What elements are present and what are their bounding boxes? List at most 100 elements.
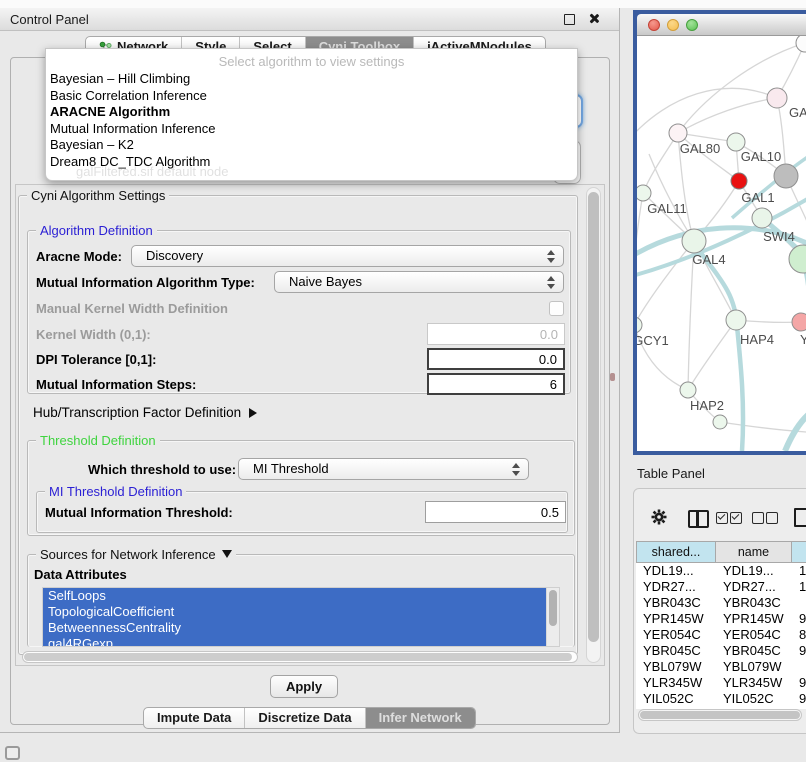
table-row[interactable]: YBL079WYBL079W — [636, 659, 806, 675]
label-gal4: GAL4 — [692, 252, 725, 267]
node-swi4[interactable] — [752, 208, 772, 228]
popup-item[interactable]: Bayesian – Hill Climbing — [46, 71, 577, 88]
split-columns-icon[interactable] — [688, 510, 709, 528]
kernel-width-label: Kernel Width (0,1): — [36, 327, 151, 342]
node-hap2[interactable] — [680, 382, 696, 398]
node-red-gal1[interactable] — [731, 173, 747, 189]
table-row[interactable]: YIL052CYIL052C9. — [636, 691, 806, 709]
manual-kernel-width-checkbox[interactable] — [549, 301, 564, 316]
algorithm-select-popup: Select algorithm to view settings Bayesi… — [45, 48, 578, 181]
network-canvas[interactable]: GAL80 GAL10 GAL1 GAL11 SWI4 GAL4 GCY1 HA… — [637, 36, 806, 451]
mac-close-icon[interactable] — [648, 19, 660, 31]
mi-steps-label: Mutual Information Steps: — [36, 377, 196, 392]
column-header-partial[interactable] — [792, 541, 806, 563]
mi-threshold-label: Mutual Information Threshold: — [45, 505, 233, 520]
top-strip — [0, 0, 806, 8]
which-threshold-value: MI Threshold — [253, 461, 329, 476]
dpi-tolerance-input[interactable] — [427, 348, 565, 370]
label-swi4: SWI4 — [763, 229, 795, 244]
checked-box-icon[interactable] — [730, 512, 742, 524]
table-panel: shared... name YDL19...YDL19...13 YDR27.… — [633, 488, 806, 734]
kernel-width-input[interactable] — [427, 323, 565, 345]
table-row[interactable]: YBR045CYBR045C9. — [636, 643, 806, 659]
column-header-name[interactable]: name — [716, 541, 792, 563]
control-panel-window: Control Panel Network Style Select Cyni … — [0, 8, 620, 733]
popup-prompt: Select algorithm to view settings — [46, 49, 577, 71]
mi-threshold-input[interactable] — [425, 501, 566, 523]
list-item[interactable]: BetweennessCentrality — [43, 620, 559, 636]
ghost-combo-text: galFiltered.sif default node — [76, 164, 228, 179]
tab-infer-network[interactable]: Infer Network — [365, 708, 475, 728]
popup-item[interactable]: Mutual Information Inference — [46, 121, 577, 138]
unchecked-box-icon[interactable] — [766, 512, 778, 524]
stepper-arrows-icon — [547, 249, 555, 264]
threshold-definition-title: Threshold Definition — [36, 433, 160, 448]
node-salmon[interactable] — [792, 313, 806, 331]
popup-item-selected[interactable]: ARACNE Algorithm — [46, 104, 577, 121]
mi-steps-input[interactable] — [427, 373, 565, 395]
label-gal-partial: GAL — [789, 105, 806, 120]
data-attributes-list[interactable]: SelfLoops TopologicalCoefficient Between… — [42, 587, 560, 647]
node-bottom[interactable] — [713, 415, 727, 429]
docked-panel-icon[interactable] — [5, 746, 20, 760]
node-gray[interactable] — [774, 164, 798, 188]
list-item[interactable]: TopologicalCoefficient — [43, 604, 559, 620]
checked-box-icon[interactable] — [716, 512, 728, 524]
table-row[interactable]: YER054CYER054C8. — [636, 627, 806, 643]
node-partial-top[interactable] — [796, 36, 806, 52]
tab-discretize-data[interactable]: Discretize Data — [244, 708, 364, 728]
node-hap4[interactable] — [726, 310, 746, 330]
cyni-algorithm-settings-group: Cyni Algorithm Settings Algorithm Defini… — [18, 195, 578, 655]
table-row[interactable]: YLR345WYLR345W9. — [636, 675, 806, 691]
list-item[interactable]: gal4RGexp — [43, 636, 559, 647]
apply-button[interactable]: Apply — [270, 675, 338, 698]
list-scrollbar[interactable] — [546, 588, 559, 646]
document-icon[interactable] — [794, 508, 806, 527]
node-gcy1[interactable] — [637, 317, 642, 333]
table-row[interactable]: YPR145WYPR145W9. — [636, 611, 806, 627]
float-window-icon[interactable] — [564, 14, 575, 25]
manual-kernel-width-label: Manual Kernel Width Definition — [36, 301, 228, 316]
network-graph[interactable]: GAL80 GAL10 GAL1 GAL11 SWI4 GAL4 GCY1 HA… — [637, 36, 806, 451]
network-window-titlebar[interactable] — [637, 14, 806, 36]
mac-zoom-icon[interactable] — [686, 19, 698, 31]
dpi-tolerance-label: DPI Tolerance [0,1]: — [36, 352, 156, 367]
sources-title: Sources for Network Inference — [36, 547, 236, 562]
network-view-window: GAL80 GAL10 GAL1 GAL11 SWI4 GAL4 GCY1 HA… — [633, 10, 806, 455]
stepper-arrows-icon — [512, 462, 520, 477]
mi-algorithm-type-select[interactable]: Naive Bayes — [274, 271, 564, 293]
expand-right-icon[interactable] — [249, 408, 257, 418]
mac-minimize-icon[interactable] — [667, 19, 679, 31]
aracne-mode-select[interactable]: Discovery — [131, 245, 564, 267]
node-gal80[interactable] — [669, 124, 687, 142]
hub-definition-expander[interactable]: Hub/Transcription Factor Definition — [33, 405, 257, 420]
node-big-green[interactable] — [789, 245, 806, 273]
hub-definition-label: Hub/Transcription Factor Definition — [33, 405, 241, 420]
label-hap2: HAP2 — [690, 398, 724, 413]
settings-vscrollbar[interactable] — [586, 187, 601, 663]
unchecked-box-icon[interactable] — [752, 512, 764, 524]
tab-impute-data[interactable]: Impute Data — [144, 708, 244, 728]
table-hscrollbar[interactable] — [638, 709, 802, 721]
node-gal11[interactable] — [637, 185, 651, 201]
control-panel-titlebar[interactable]: Control Panel — [0, 8, 619, 31]
table-row[interactable]: YDL19...YDL19...13 — [636, 563, 806, 579]
label-gal11: GAL11 — [647, 201, 687, 216]
table-header: shared... name — [636, 541, 806, 563]
collapse-down-icon[interactable] — [222, 550, 232, 558]
which-threshold-select[interactable]: MI Threshold — [238, 458, 529, 480]
mi-algorithm-type-value: Naive Bayes — [289, 274, 362, 289]
popup-item[interactable]: Bayesian – K2 — [46, 137, 577, 154]
popup-item[interactable]: Basic Correlation Inference — [46, 88, 577, 105]
list-item[interactable]: SelfLoops — [43, 588, 559, 604]
gear-icon[interactable] — [651, 509, 667, 525]
column-header-shared[interactable]: shared... — [636, 541, 716, 563]
node-gal4[interactable] — [682, 229, 706, 253]
table-row[interactable]: YDR27...YDR27...12 — [636, 579, 806, 595]
pane-splitter-handle[interactable] — [610, 373, 615, 381]
settings-hscrollbar[interactable] — [22, 651, 578, 663]
close-icon[interactable] — [588, 13, 599, 24]
node-pink-top[interactable] — [767, 88, 787, 108]
label-gal80: GAL80 — [680, 141, 720, 156]
table-row[interactable]: YBR043CYBR043C — [636, 595, 806, 611]
